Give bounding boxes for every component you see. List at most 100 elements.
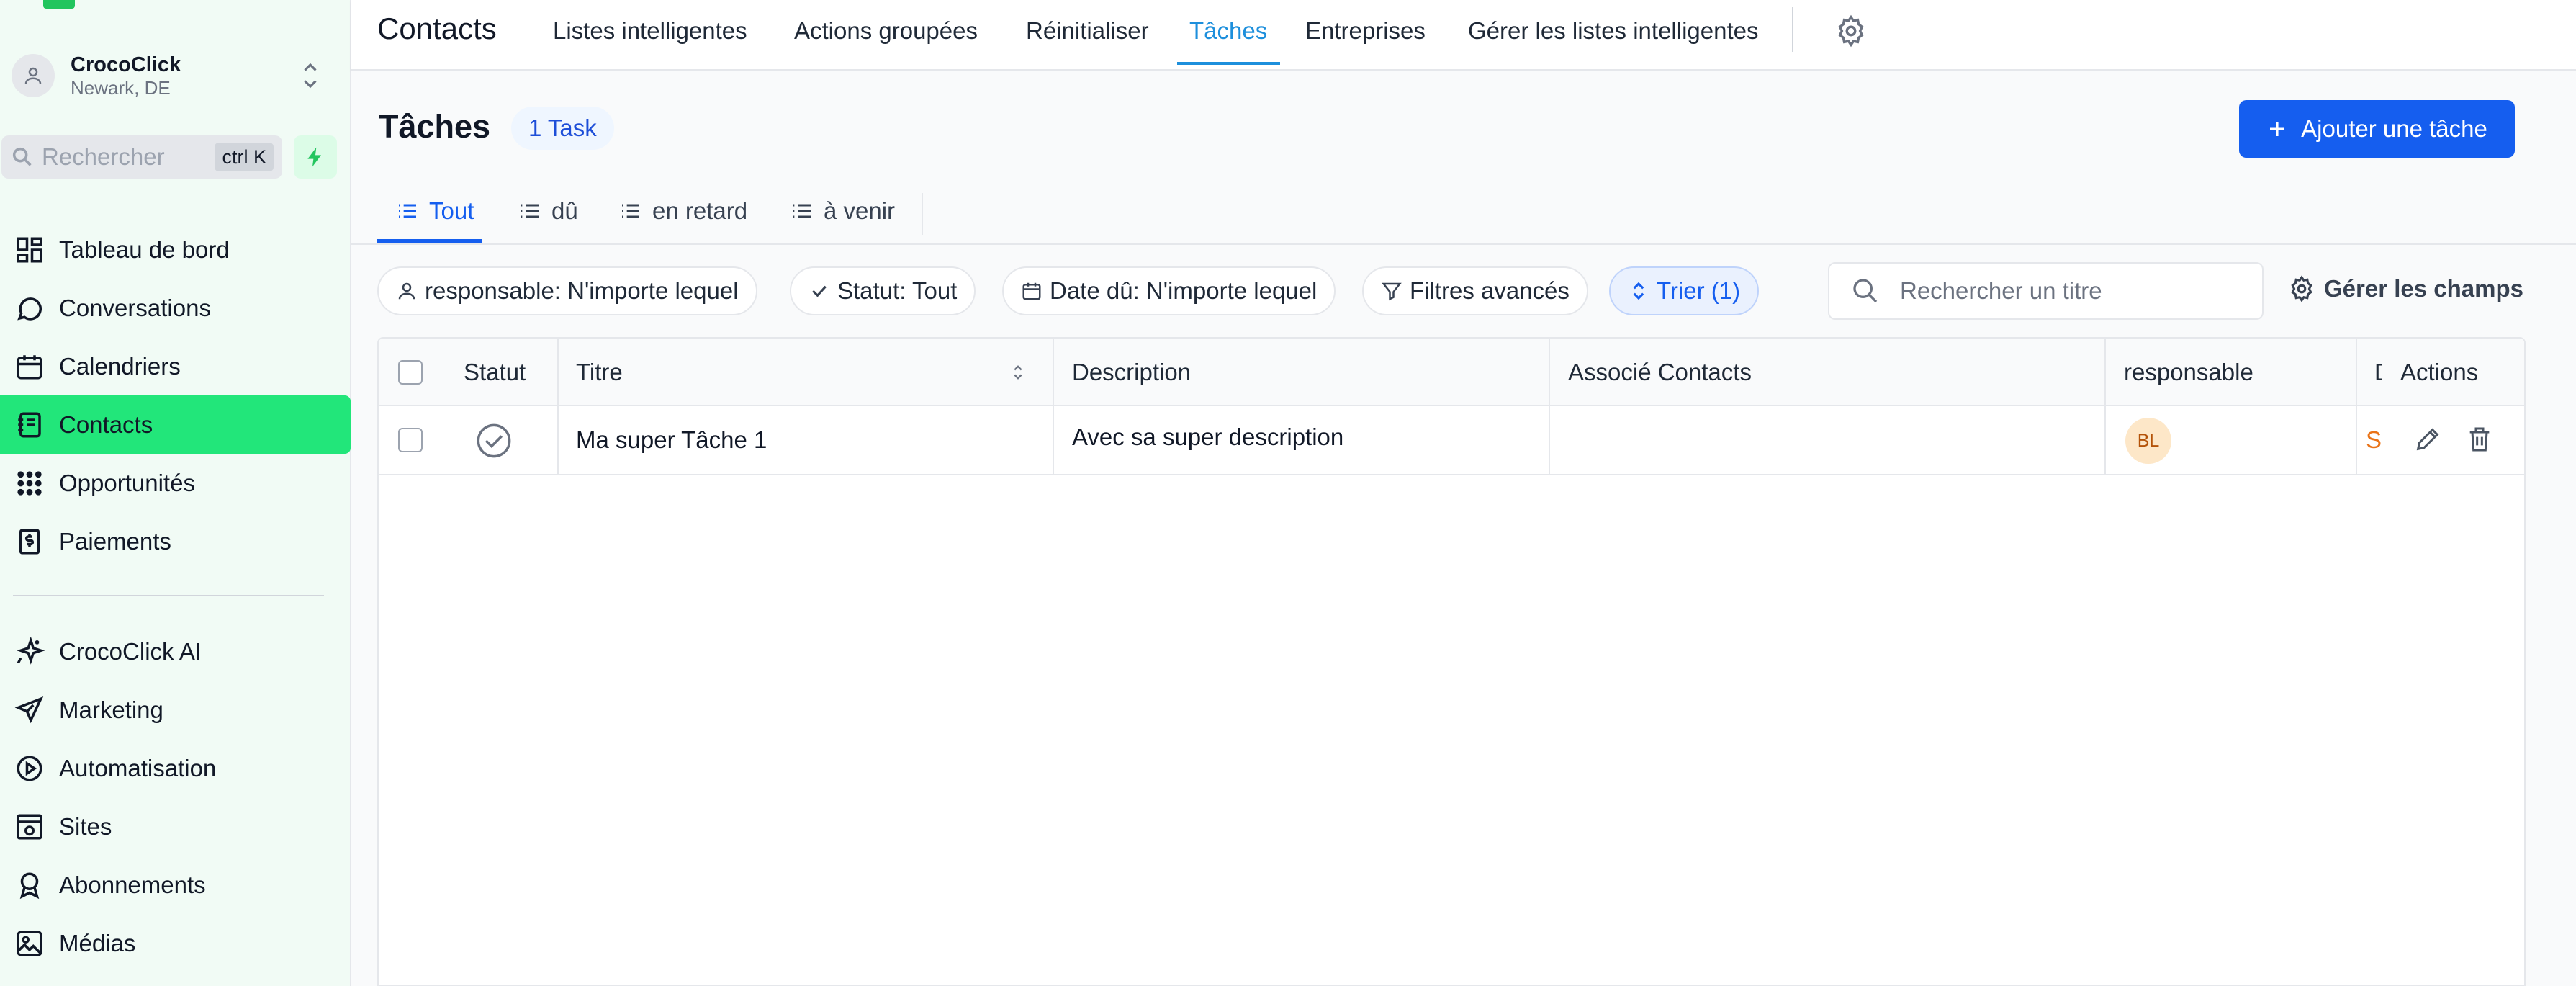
nav-item-sites[interactable]: Sites [0,797,351,856]
sort-arrows-icon [1633,282,1644,300]
nav-label: CrocoClick AI [59,637,202,665]
tab-smart-lists[interactable]: Listes intelligentes [553,17,747,45]
sparkle-icon [17,636,45,665]
due-date-filter[interactable]: Date dû: N'importe lequel [1002,266,1336,315]
shortcut-badge: ctrl K [215,143,274,171]
sidebar-search[interactable]: Rechercher ctrl K [1,135,282,179]
subtab-overdue[interactable]: en retard [619,197,747,225]
title-search-input[interactable]: Rechercher un titre [1828,262,2264,320]
quick-action-button[interactable] [294,135,337,179]
nav-item-dashboard[interactable]: Tableau de bord [0,220,351,279]
main-content: Tâches 1 Task Ajouter une tâche Tout dû … [351,71,2576,986]
header-title[interactable]: Titre [576,359,623,386]
header-description[interactable]: Description [1072,359,1191,386]
bolt-icon [307,147,321,167]
nav-item-conversations[interactable]: Conversations [0,279,351,337]
tab-bulk-actions[interactable]: Actions groupées [794,17,978,45]
select-all-checkbox[interactable] [398,360,423,385]
tab-manage-smart-lists[interactable]: Gérer les listes intelligentes [1468,17,1759,45]
account-location: Newark, DE [71,76,171,99]
nav-item-media[interactable]: Médias [0,914,351,972]
nav-label: Sites [59,812,112,840]
subtab-all[interactable]: Tout [396,197,474,225]
active-subtab-indicator [377,239,482,243]
app-logo [43,0,75,9]
nav-item-opportunities[interactable]: Opportunités [0,454,351,512]
nav-label: Conversations [59,294,211,321]
search-icon [1853,279,1878,303]
module-title: Contacts [377,12,497,45]
subtab-label: à venir [824,197,896,224]
status-filter-label: Statut: Tout [837,277,958,304]
account-name: CrocoClick [71,53,181,76]
tab-tasks[interactable]: Tâches [1189,17,1267,45]
sort-button[interactable]: Trier (1) [1609,266,1760,315]
account-switcher[interactable]: CrocoClick Newark, DE [12,50,335,101]
tab-companies[interactable]: Entreprises [1305,17,1426,45]
sort-label: Trier (1) [1657,277,1741,304]
search-icon [12,147,32,166]
nav-item-payments[interactable]: Paiements [0,512,351,570]
media-icon [17,931,42,956]
header-status[interactable]: Statut [464,359,526,386]
assignee-filter-label: responsable: N'importe lequel [425,277,739,304]
add-task-button[interactable]: Ajouter une tâche [2239,100,2515,158]
check-icon [812,285,827,297]
column-divider [2356,339,2357,475]
edit-pencil-icon[interactable] [2413,425,2442,454]
task-filter-tabs: Tout dû en retard à venir [351,186,2576,245]
nav-label: Tableau de bord [59,236,230,263]
nav-item-automation[interactable]: Automatisation [0,739,351,797]
nav-item-memberships[interactable]: Abonnements [0,856,351,914]
assignee-filter[interactable]: responsable: N'importe lequel [377,266,757,315]
top-nav: Contacts Listes intelligentes Actions gr… [351,0,2576,71]
tasks-table: Statut Titre Description Associé Contact… [377,337,2526,986]
account-avatar [12,54,55,97]
subtab-upcoming[interactable]: à venir [791,197,895,225]
nav-label: Contacts [59,411,153,438]
nav-item-marketing[interactable]: Marketing [0,681,351,739]
nav-item-calendars[interactable]: Calendriers [0,337,351,395]
table-header: Statut Titre Description Associé Contact… [379,339,2524,406]
advanced-filters-button[interactable]: Filtres avancés [1362,266,1588,315]
status-filter[interactable]: Statut: Tout [790,266,976,315]
due-date-filter-label: Date dû: N'importe lequel [1050,277,1318,304]
subtab-label: Tout [429,197,474,224]
nav-item-ai[interactable]: CrocoClick AI [0,622,351,681]
calendar-icon [1022,282,1041,300]
row-checkbox[interactable] [398,428,423,452]
contacts-icon [18,412,41,437]
automation-icon [17,756,42,781]
page-title: Tâches [379,108,491,145]
delete-trash-icon[interactable] [2465,425,2494,454]
calendar-icon [17,354,42,379]
settings-gear-icon[interactable] [1834,14,1868,48]
plus-icon [2270,122,2285,136]
send-icon [14,696,44,723]
manage-fields-button[interactable]: Gérer les champs [2288,275,2523,302]
task-description: Avec sa super description [1072,423,1344,450]
user-icon [24,67,42,84]
list-icon [521,204,539,218]
nav-label: Automatisation [59,754,217,781]
nav-label: Abonnements [59,871,206,898]
header-assignee[interactable]: responsable [2124,359,2253,386]
header-associated-contacts[interactable]: Associé Contacts [1568,359,1752,386]
task-complete-toggle-icon[interactable] [475,422,513,460]
funnel-icon [1382,282,1402,301]
subtab-due[interactable]: dû [518,197,578,225]
nav-item-contacts[interactable]: Contacts [0,395,351,454]
chat-icon [17,297,42,321]
task-title[interactable]: Ma super Tâche 1 [576,426,767,454]
table-row[interactable]: Ma super Tâche 1 Avec sa super descripti… [379,406,2524,475]
manage-fields-label: Gérer les champs [2324,275,2523,302]
sidebar-divider [13,595,324,596]
advanced-filters-label: Filtres avancés [1410,277,1570,304]
add-task-label: Ajouter une tâche [2301,115,2487,142]
header-truncated-column: D [2374,359,2382,385]
chevron-updown-icon[interactable] [300,58,321,94]
secondary-nav: CrocoClick AI Marketing Automatisation S… [0,622,351,972]
tab-restore[interactable]: Réinitialiser [1026,17,1149,45]
sort-toggle-icon[interactable] [1008,360,1028,385]
nav-label: Opportunités [59,469,195,496]
